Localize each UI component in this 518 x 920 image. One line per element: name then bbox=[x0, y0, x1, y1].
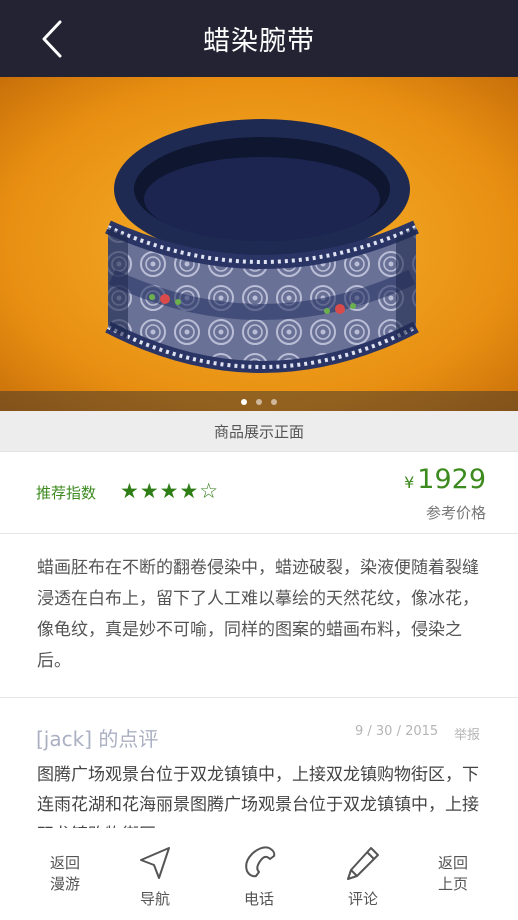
top-navigation-bar: 蜡染腕带 bbox=[0, 0, 518, 77]
back-to-tour-label-line1: 返回 bbox=[49, 854, 80, 872]
back-to-previous-label-line1: 返回 bbox=[437, 854, 468, 872]
bottom-action-bar: 返回 漫游 导航 电话 评论 返回 上页 bbox=[0, 828, 518, 920]
phone-icon bbox=[245, 846, 276, 878]
navigate-button[interactable]: 导航 bbox=[122, 828, 188, 920]
star-rating: ★★★★☆ bbox=[120, 479, 220, 503]
page-title: 蜡染腕带 bbox=[203, 26, 315, 57]
review-author: [jack] 的点评 bbox=[36, 727, 159, 751]
currency-symbol: ¥ bbox=[404, 473, 415, 492]
product-description: 蜡画胚布在不断的翻卷侵染中，蜡迹破裂，染液便随着裂缝浸透在白布上，留下了人工难以… bbox=[37, 558, 479, 671]
report-link[interactable]: 举报 bbox=[454, 724, 480, 743]
carousel-dot[interactable] bbox=[271, 399, 277, 405]
review-date: 9 / 30 / 2015 bbox=[355, 724, 439, 739]
back-button[interactable] bbox=[34, 16, 78, 62]
pencil-icon bbox=[347, 847, 379, 880]
product-image-carousel[interactable] bbox=[0, 77, 518, 411]
navigate-label: 导航 bbox=[139, 890, 170, 908]
carousel-indicators bbox=[0, 399, 518, 405]
back-to-previous-label-line2: 上页 bbox=[437, 875, 468, 893]
image-caption: 商品展示正面 bbox=[0, 411, 518, 452]
back-to-tour-button[interactable]: 返回 漫游 bbox=[28, 828, 102, 920]
comment-label: 评论 bbox=[347, 890, 378, 908]
navigation-arrow-icon bbox=[140, 847, 170, 879]
phone-button[interactable]: 电话 bbox=[226, 828, 292, 920]
price-amount: 1929 bbox=[417, 464, 486, 495]
back-to-tour-label-line2: 漫游 bbox=[49, 875, 80, 893]
product-photo bbox=[0, 77, 518, 411]
review-text: 图腾广场观景台位于双龙镇镇中，上接双龙镇购物街区，下连雨花湖和花海丽景图腾广场观… bbox=[37, 765, 479, 828]
price-label: 参考价格 bbox=[425, 504, 486, 522]
section-divider bbox=[0, 697, 518, 698]
carousel-dot[interactable] bbox=[241, 399, 247, 405]
back-to-previous-button[interactable]: 返回 上页 bbox=[416, 828, 490, 920]
carousel-dot[interactable] bbox=[256, 399, 262, 405]
comment-button[interactable]: 评论 bbox=[330, 828, 396, 920]
chevron-left-icon bbox=[42, 20, 62, 58]
rating-price-row: 推荐指数 ★★★★☆ ¥1929 参考价格 bbox=[0, 452, 518, 534]
phone-label: 电话 bbox=[243, 890, 274, 908]
price: ¥1929 bbox=[404, 464, 486, 495]
rating-label: 推荐指数 bbox=[36, 484, 97, 502]
